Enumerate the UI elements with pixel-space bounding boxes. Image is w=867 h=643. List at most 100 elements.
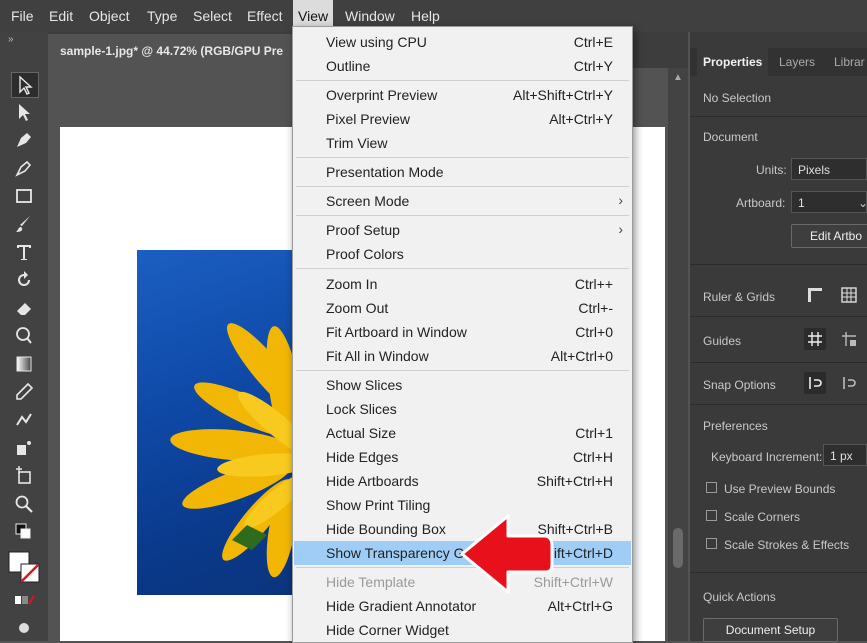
pen-tool-icon[interactable] (11, 128, 37, 152)
menu-item-label: Trim View (326, 135, 388, 151)
lock-guides-icon[interactable] (838, 328, 860, 350)
menu-select[interactable]: Select (188, 0, 237, 32)
menu-file[interactable]: File (6, 0, 39, 32)
menu-item-presentation-mode[interactable]: Presentation Mode (294, 160, 631, 184)
preferences-label: Preferences (703, 419, 768, 433)
scale-strokes-effects-checkbox[interactable] (706, 538, 717, 549)
menu-object[interactable]: Object (84, 0, 134, 32)
menu-item-label: Outline (326, 58, 371, 74)
collapse-toolbar-button[interactable]: » (8, 34, 14, 45)
draw-mode-icon[interactable] (11, 616, 37, 640)
tab-layers[interactable]: Layers (773, 48, 821, 76)
blend-tool-icon[interactable] (11, 408, 37, 432)
rectangle-tool-icon[interactable] (11, 184, 37, 208)
snap-to-pixel-icon[interactable] (838, 372, 860, 394)
menu-item-proof-setup[interactable]: Proof Setup › (294, 218, 631, 242)
divider (690, 264, 867, 265)
rulers-icon[interactable] (804, 284, 826, 306)
menu-item-actual-size[interactable]: Actual Size Ctrl+1 (294, 421, 631, 445)
symbol-sprayer-tool-icon[interactable] (11, 436, 37, 460)
menu-item-shortcut: Alt+Ctrl+0 (550, 348, 613, 364)
menu-item-hide-edges[interactable]: Hide Edges Ctrl+H (294, 445, 631, 469)
menu-item-shortcut: Ctrl+- (578, 300, 613, 316)
menu-item-label: Actual Size (326, 425, 397, 441)
artboard-tool-icon[interactable] (11, 464, 37, 488)
menu-item-outline[interactable]: Outline Ctrl+Y (294, 54, 631, 78)
curvature-tool-icon[interactable] (11, 156, 37, 180)
menu-item-shortcut: Ctrl+Y (573, 58, 613, 74)
divider (690, 404, 867, 405)
edit-artboards-button[interactable]: Edit Artbo (791, 224, 867, 248)
tab-libraries[interactable]: Librar (828, 48, 867, 76)
menu-item-hide-artboards[interactable]: Hide Artboards Shift+Ctrl+H (294, 469, 631, 493)
menu-separator (296, 370, 629, 371)
menu-item-label: Screen Mode (326, 193, 410, 209)
scale-corners-checkbox[interactable] (706, 510, 717, 521)
menu-item-label: Hide Bounding Box (326, 521, 446, 537)
panel-tabs: Properties Layers Librar (690, 48, 867, 76)
menu-item-label: Show Slices (326, 377, 403, 393)
menu-item-lock-slices[interactable]: Lock Slices (294, 397, 631, 421)
paintbrush-tool-icon[interactable] (11, 212, 37, 236)
menu-item-screen-mode[interactable]: Screen Mode › (294, 189, 631, 213)
eyedropper-tool-icon[interactable] (11, 380, 37, 404)
menu-item-zoom-in[interactable]: Zoom In Ctrl++ (294, 272, 631, 296)
menu-item-shortcut: Alt+Ctrl+Y (549, 111, 613, 127)
vertical-scrollbar[interactable]: ▲ (668, 68, 688, 641)
use-preview-bounds-checkbox[interactable] (706, 482, 717, 493)
tab-properties[interactable]: Properties (697, 48, 769, 76)
menu-item-label: Hide Corner Widget (326, 622, 449, 638)
menu-item-overprint-preview[interactable]: Overprint Preview Alt+Shift+Ctrl+Y (294, 83, 631, 107)
eraser-tool-icon[interactable] (11, 296, 37, 320)
selection-tool-icon[interactable] (11, 72, 39, 98)
menu-effect[interactable]: Effect (242, 0, 288, 32)
menu-edit[interactable]: Edit (44, 0, 78, 32)
menu-item-label: Fit Artboard in Window (326, 324, 467, 340)
menu-item-proof-colors[interactable]: Proof Colors (294, 242, 631, 266)
menu-item-shortcut: Ctrl+1 (575, 425, 613, 441)
menu-item-label: Hide Edges (326, 449, 399, 465)
menu-item-hide-gradient-annotator[interactable]: Hide Gradient Annotator Alt+Ctrl+G (294, 594, 631, 618)
divider (690, 362, 867, 363)
document-setup-button[interactable]: Document Setup (703, 618, 838, 642)
keyboard-increment-label: Keyboard Increment: (711, 450, 823, 464)
menu-item-label: Hide Template (326, 574, 416, 590)
divider (690, 316, 867, 317)
menu-type[interactable]: Type (142, 0, 182, 32)
tools-panel: » (0, 32, 49, 641)
menu-separator (296, 186, 629, 187)
menu-item-hide-corner-widget[interactable]: Hide Corner Widget (294, 618, 631, 642)
menu-item-shortcut: Alt+Shift+Ctrl+Y (513, 87, 613, 103)
menu-item-pixel-preview[interactable]: Pixel Preview Alt+Ctrl+Y (294, 107, 631, 131)
menu-item-label: Proof Setup (326, 222, 400, 238)
direct-selection-tool-icon[interactable] (11, 100, 37, 124)
menu-item-show-slices[interactable]: Show Slices (294, 373, 631, 397)
units-select[interactable]: Pixels (791, 158, 867, 180)
default-fill-stroke-icon[interactable] (11, 520, 37, 544)
submenu-arrow-icon: › (618, 192, 623, 208)
menu-item-shortcut: Shift+Ctrl+H (536, 473, 613, 489)
zoom-tool-icon[interactable] (11, 492, 37, 516)
scrollbar-thumb[interactable] (673, 528, 683, 568)
menu-item-fit-all-in-window[interactable]: Fit All in Window Alt+Ctrl+0 (294, 344, 631, 368)
snap-to-point-icon[interactable] (804, 372, 826, 394)
sunflower-photo[interactable] (137, 250, 297, 595)
menu-item-label: Overprint Preview (326, 87, 438, 103)
show-guides-icon[interactable] (804, 328, 826, 350)
rotate-tool-icon[interactable] (11, 268, 37, 292)
grid-icon[interactable] (838, 284, 860, 306)
fill-stroke-swatch-icon[interactable] (7, 550, 41, 584)
color-mode-icon[interactable] (11, 588, 37, 612)
gradient-tool-icon[interactable] (11, 352, 37, 376)
red-arrow-annotation (460, 514, 554, 594)
menu-item-zoom-out[interactable]: Zoom Out Ctrl+- (294, 296, 631, 320)
artboard-select[interactable]: 1 ⌄ (791, 191, 867, 213)
menu-item-view-using-cpu[interactable]: View using CPU Ctrl+E (294, 30, 631, 54)
use-preview-bounds-label: Use Preview Bounds (724, 482, 836, 496)
menu-item-fit-artboard-in-window[interactable]: Fit Artboard in Window Ctrl+0 (294, 320, 631, 344)
keyboard-increment-field[interactable]: 1 px (823, 444, 867, 466)
menu-item-trim-view[interactable]: Trim View (294, 131, 631, 155)
scroll-up-icon[interactable]: ▲ (673, 72, 683, 83)
lasso-tool-icon[interactable] (11, 324, 37, 348)
type-tool-icon[interactable] (11, 240, 37, 264)
